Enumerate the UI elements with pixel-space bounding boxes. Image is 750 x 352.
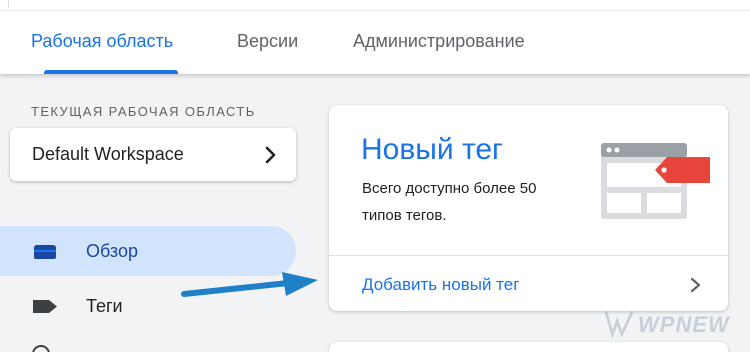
add-new-tag-link[interactable]: Добавить новый тег <box>362 275 519 295</box>
chevron-right-icon <box>265 146 276 164</box>
annotation-arrow-icon <box>181 272 318 297</box>
top-hairline <box>0 10 750 11</box>
sidebar-item-label: Обзор <box>86 241 138 261</box>
card-title: Новый тег <box>361 133 503 166</box>
active-tab-indicator <box>44 70 178 74</box>
watermark-text: WPNEW <box>638 312 730 337</box>
tab-versions[interactable]: Версии <box>237 31 298 52</box>
top-bar: Рабочая область Версии Администрирование <box>0 0 750 74</box>
card-description: Всего доступно более 50 типов тегов. <box>362 180 537 224</box>
current-workspace-label: ТЕКУЩАЯ РАБОЧАЯ ОБЛАСТЬ <box>31 104 256 119</box>
workspace-selector[interactable]: Default Workspace <box>10 128 296 181</box>
card-divider <box>329 255 728 256</box>
tag-illustration-icon <box>601 143 710 219</box>
next-card-partial <box>329 342 728 352</box>
sidebar-item-icon-partial <box>32 345 50 352</box>
tab-admin[interactable]: Администрирование <box>353 31 525 52</box>
watermark-logo-icon <box>604 311 634 338</box>
top-divider-tick <box>8 0 9 8</box>
chevron-right-icon[interactable] <box>689 276 703 294</box>
tab-workspace[interactable]: Рабочая область <box>31 31 173 52</box>
watermark: WPNEW <box>604 306 736 340</box>
sidebar-item-label: Теги <box>86 296 123 316</box>
workspace-name: Default Workspace <box>32 144 184 164</box>
overview-icon <box>34 245 56 259</box>
new-tag-card: Новый тег Всего доступно более 50 типов … <box>329 105 728 311</box>
tag-icon <box>33 300 57 313</box>
